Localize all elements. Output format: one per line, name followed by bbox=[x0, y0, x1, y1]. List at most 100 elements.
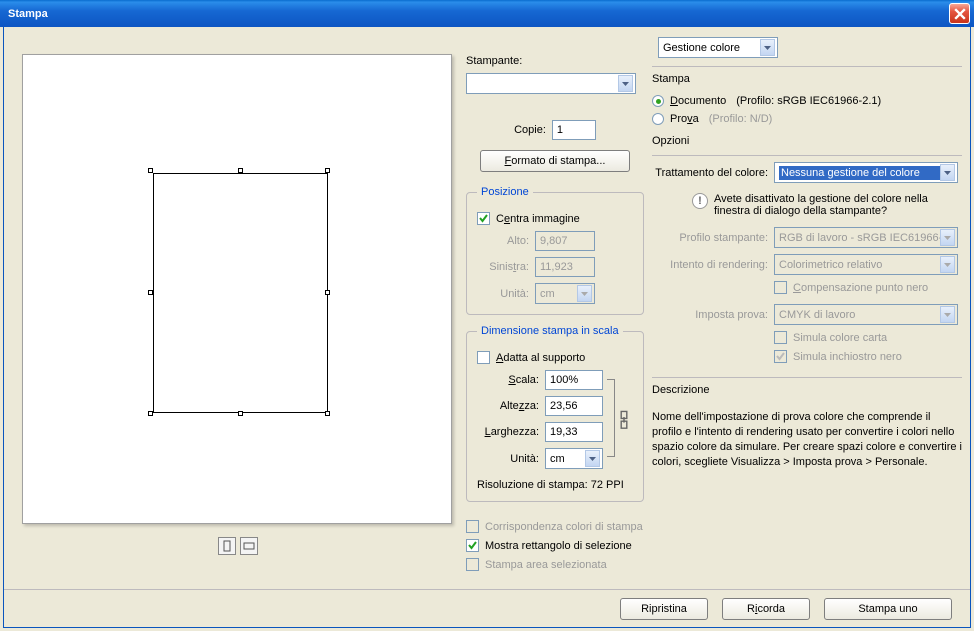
altezza-label: Altezza: bbox=[477, 400, 539, 412]
stampa-area-checkbox bbox=[466, 558, 479, 571]
centra-immagine-checkbox[interactable] bbox=[477, 212, 490, 225]
chevron-down-icon bbox=[618, 75, 633, 92]
ripristina-button[interactable]: Ripristina bbox=[620, 598, 708, 620]
handle-top-right[interactable] bbox=[325, 168, 330, 173]
simula-carta-label: Simula colore carta bbox=[793, 332, 887, 344]
window-title: Stampa bbox=[8, 8, 949, 20]
dimensione-group: Dimensione stampa in scala Adatta al sup… bbox=[466, 325, 644, 502]
stampa-heading: Stampa bbox=[652, 73, 962, 85]
divider bbox=[652, 377, 962, 378]
mostra-rettangolo-label: Mostra rettangolo di selezione bbox=[485, 540, 632, 552]
dialog-body: Stampante: Copie: 1 Formato di stampa...… bbox=[3, 27, 971, 628]
larghezza-input[interactable]: 19,33 bbox=[545, 422, 603, 442]
prova-label: Prova bbox=[670, 113, 699, 125]
intento-dropdown: Colorimetrico relativo bbox=[774, 254, 958, 275]
alto-label: Alto: bbox=[477, 235, 529, 247]
altezza-input[interactable]: 23,56 bbox=[545, 396, 603, 416]
chevron-down-icon bbox=[760, 39, 775, 56]
larghezza-label: Larghezza: bbox=[477, 426, 539, 438]
stampa-uno-button[interactable]: Stampa uno bbox=[824, 598, 952, 620]
descrizione-text: Nome dell'impostazione di prova colore c… bbox=[652, 410, 962, 469]
simula-inchiostro-label: Simula inchiostro nero bbox=[793, 351, 902, 363]
stampante-dropdown[interactable] bbox=[466, 73, 636, 94]
middle-column: Stampante: Copie: 1 Formato di stampa...… bbox=[466, 55, 644, 571]
color-mode-value: Gestione colore bbox=[663, 42, 760, 54]
portrait-button[interactable] bbox=[218, 537, 236, 555]
stampante-label: Stampante: bbox=[466, 55, 644, 67]
copie-label: Copie: bbox=[514, 124, 546, 136]
chevron-down-icon bbox=[940, 256, 955, 273]
profilo-stampante-label: Profilo stampante: bbox=[652, 232, 768, 244]
warning-icon: ! bbox=[692, 193, 708, 209]
documento-label: Documento bbox=[670, 95, 726, 107]
scala-input[interactable]: 100% bbox=[545, 370, 603, 390]
orientation-toggles bbox=[218, 537, 258, 555]
link-icon[interactable] bbox=[617, 413, 631, 427]
formato-stampa-button[interactable]: Formato di stampa... bbox=[480, 150, 630, 172]
handle-mid-left[interactable] bbox=[148, 290, 153, 295]
descrizione-heading: Descrizione bbox=[652, 384, 962, 396]
right-column: Gestione colore Stampa Documento (Profil… bbox=[652, 37, 962, 469]
ricorda-button[interactable]: Ricorda bbox=[722, 598, 810, 620]
bottom-bar: Ripristina Ricorda Stampa uno bbox=[4, 589, 970, 627]
unita-pos-label: Unità: bbox=[477, 288, 529, 300]
handle-mid-right[interactable] bbox=[325, 290, 330, 295]
preview-page[interactable] bbox=[153, 173, 328, 413]
alto-input: 9,807 bbox=[535, 231, 595, 251]
unita-pos-dropdown: cm bbox=[535, 283, 595, 304]
trattamento-dropdown[interactable]: Nessuna gestione del colore bbox=[774, 162, 958, 183]
chevron-down-icon bbox=[585, 450, 600, 467]
documento-profilo: (Profilo: sRGB IEC61966-2.1) bbox=[736, 95, 881, 107]
warning-text: Avete disattivato la gestione del colore… bbox=[714, 193, 934, 217]
posizione-legend: Posizione bbox=[477, 186, 533, 198]
compensazione-label: Compensazione punto nero bbox=[793, 282, 928, 294]
landscape-icon bbox=[243, 540, 255, 552]
close-icon bbox=[954, 8, 966, 20]
compensazione-checkbox bbox=[774, 281, 787, 294]
prova-radio[interactable] bbox=[652, 113, 664, 125]
corrispondenza-label: Corrispondenza colori di stampa bbox=[485, 521, 643, 533]
portrait-icon bbox=[221, 540, 233, 552]
imposta-prova-label: Imposta prova: bbox=[652, 309, 768, 321]
close-button[interactable] bbox=[949, 3, 970, 24]
centra-immagine-label: Centra immagine bbox=[496, 213, 580, 225]
sinistra-label: Sinistra: bbox=[477, 261, 529, 273]
chevron-down-icon bbox=[940, 306, 955, 323]
sinistra-input: 11,923 bbox=[535, 257, 595, 277]
copie-input[interactable]: 1 bbox=[552, 120, 596, 140]
handle-top-left[interactable] bbox=[148, 168, 153, 173]
profilo-stampante-dropdown: RGB di lavoro - sRGB IEC61966-2.1 bbox=[774, 227, 958, 248]
adatta-supporto-checkbox[interactable] bbox=[477, 351, 490, 364]
unita-dim-label: Unità: bbox=[477, 453, 539, 465]
handle-bottom-right[interactable] bbox=[325, 411, 330, 416]
unita-dim-dropdown[interactable]: cm bbox=[545, 448, 603, 469]
chevron-down-icon bbox=[577, 285, 592, 302]
imposta-prova-dropdown: CMYK di lavoro bbox=[774, 304, 958, 325]
handle-top-mid[interactable] bbox=[238, 168, 243, 173]
titlebar: Stampa bbox=[0, 0, 974, 27]
landscape-button[interactable] bbox=[240, 537, 258, 555]
documento-radio[interactable] bbox=[652, 95, 664, 107]
opzioni-heading: Opzioni bbox=[652, 135, 962, 147]
divider bbox=[652, 155, 962, 156]
mostra-rettangolo-checkbox[interactable] bbox=[466, 539, 479, 552]
print-preview bbox=[22, 54, 452, 524]
handle-bottom-mid[interactable] bbox=[238, 411, 243, 416]
corrispondenza-checkbox bbox=[466, 520, 479, 533]
link-bracket bbox=[607, 379, 615, 457]
color-mode-dropdown[interactable]: Gestione colore bbox=[658, 37, 778, 58]
divider bbox=[652, 66, 962, 67]
posizione-group: Posizione Centra immagine Alto: 9,807 Sin… bbox=[466, 186, 644, 315]
adatta-supporto-label: Adatta al supporto bbox=[496, 352, 585, 364]
prova-profilo: (Profilo: N/D) bbox=[709, 113, 773, 125]
chevron-down-icon bbox=[940, 164, 955, 181]
simula-carta-checkbox bbox=[774, 331, 787, 344]
chevron-down-icon bbox=[940, 229, 955, 246]
risoluzione-text: Risoluzione di stampa: 72 PPI bbox=[477, 479, 633, 491]
handle-bottom-left[interactable] bbox=[148, 411, 153, 416]
intento-label: Intento di rendering: bbox=[652, 259, 768, 271]
trattamento-label: Trattamento del colore: bbox=[652, 167, 768, 179]
scala-label: Scala: bbox=[477, 374, 539, 386]
simula-inchiostro-checkbox bbox=[774, 350, 787, 363]
stampa-area-label: Stampa area selezionata bbox=[485, 559, 607, 571]
